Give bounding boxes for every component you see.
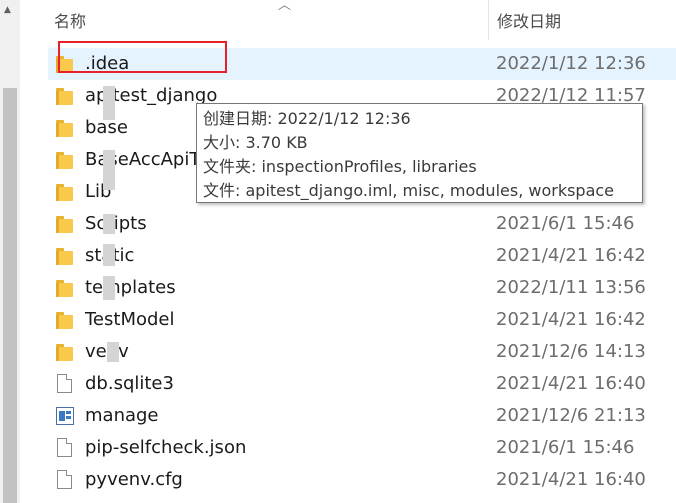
file-name: Scripts xyxy=(85,213,147,234)
file-name: TestModel xyxy=(85,309,175,330)
folder-icon xyxy=(56,344,74,361)
tooltip-folders: 文件夹: inspectionProfiles, libraries xyxy=(203,157,477,176)
folder-icon xyxy=(56,120,74,137)
file-date-modified: 2021/4/21 16:40 xyxy=(496,373,646,394)
file-name: manage xyxy=(85,405,159,426)
redaction-mark xyxy=(103,276,115,300)
folder-row[interactable]: TestModel 2021/4/21 16:42 xyxy=(48,304,676,336)
folder-icon xyxy=(56,312,74,329)
folder-icon xyxy=(56,88,74,105)
folder-info-tooltip: 创建日期: 2022/1/12 12:36 大小: 3.70 KB 文件夹: i… xyxy=(196,103,643,203)
file-date-modified: 2021/6/1 15:46 xyxy=(496,213,635,234)
scroll-up-arrow-icon[interactable]: ▲ xyxy=(4,4,11,16)
tooltip-created-date: 创建日期: 2022/1/12 12:36 xyxy=(203,109,411,128)
file-name: templates xyxy=(85,277,176,298)
folder-icon xyxy=(56,280,74,297)
highlight-box xyxy=(58,41,227,73)
column-header-bar: 名称 ︿ 修改日期 xyxy=(20,0,676,40)
file-icon xyxy=(57,438,72,457)
sort-ascending-icon: ︿ xyxy=(278,0,292,13)
column-divider[interactable] xyxy=(488,0,489,40)
file-date-modified: 2021/4/21 16:42 xyxy=(496,309,646,330)
file-date-modified: 2021/12/6 14:13 xyxy=(496,341,646,362)
file-date-modified: 2022/1/11 13:56 xyxy=(496,277,646,298)
redaction-mark xyxy=(107,342,119,362)
file-date-modified: 2021/4/21 16:42 xyxy=(496,245,646,266)
folder-row[interactable]: static2021/4/21 16:42 xyxy=(48,240,676,272)
tooltip-size: 大小: 3.70 KB xyxy=(203,133,308,152)
column-header-name[interactable]: 名称 xyxy=(54,8,86,32)
redaction-mark xyxy=(103,244,115,266)
file-date-modified: 2021/6/1 15:46 xyxy=(496,437,635,458)
redaction-mark xyxy=(103,86,115,120)
redaction-mark xyxy=(103,214,115,234)
folder-row[interactable]: venv2021/12/6 14:13 xyxy=(48,336,676,368)
folder-row[interactable]: Scripts 2021/6/1 15:46 xyxy=(48,208,676,240)
folder-icon xyxy=(56,248,74,265)
folder-icon xyxy=(56,152,74,169)
file-name: db.sqlite3 xyxy=(85,373,174,394)
file-date-modified: 2021/12/6 21:13 xyxy=(496,405,646,426)
file-row[interactable]: manage 2021/12/6 21:13 xyxy=(48,400,676,432)
file-icon xyxy=(57,374,72,393)
scrollbar-thumb[interactable] xyxy=(3,88,17,503)
file-name: pyvenv.cfg xyxy=(85,469,183,490)
folder-icon xyxy=(56,184,74,201)
file-date-modified: 2021/4/21 16:40 xyxy=(496,469,646,490)
file-row[interactable]: db.sqlite3 2021/4/21 16:40 xyxy=(48,368,676,400)
python-file-icon xyxy=(56,407,74,425)
file-icon xyxy=(57,470,72,489)
folder-row[interactable]: templates 2022/1/11 13:56 xyxy=(48,272,676,304)
column-header-date-modified[interactable]: 修改日期 xyxy=(497,8,561,32)
vertical-scrollbar[interactable]: ▲ xyxy=(0,0,20,503)
file-name: pip-selfcheck.json xyxy=(85,437,247,458)
file-row[interactable]: pip-selfcheck.json 2021/6/1 15:46 xyxy=(48,432,676,464)
folder-icon xyxy=(56,216,74,233)
redaction-mark xyxy=(103,150,115,190)
file-row[interactable]: pyvenv.cfg 2021/4/21 16:40 xyxy=(48,464,676,496)
file-date-modified: 2022/1/12 12:36 xyxy=(496,53,646,74)
tooltip-files: 文件: apitest_django.iml, misc, modules, w… xyxy=(203,181,615,200)
